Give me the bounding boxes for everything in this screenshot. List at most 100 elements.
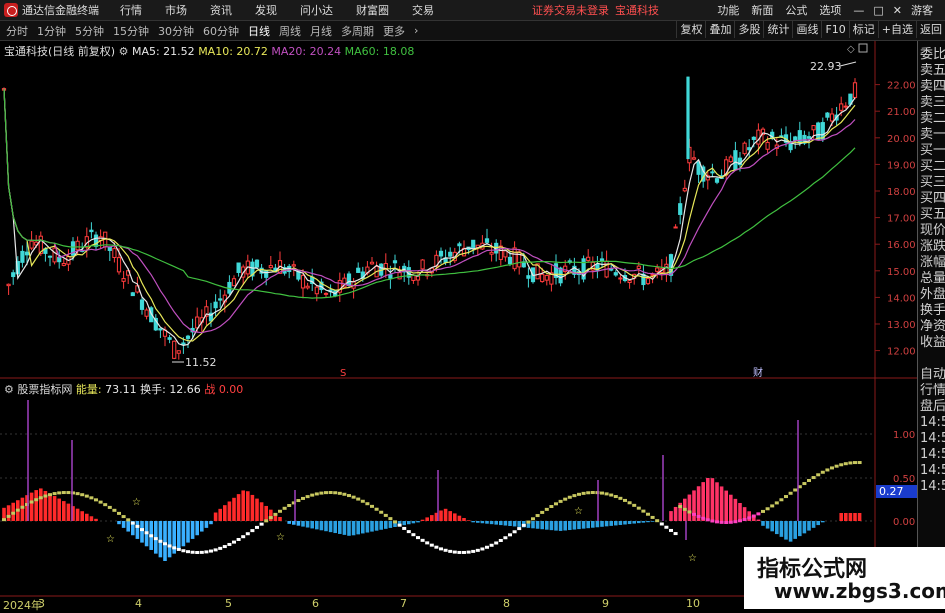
side-panel-row[interactable]: 卖一 — [918, 127, 945, 143]
side-panel-row[interactable]: 卖二 — [918, 111, 945, 127]
menu-wealth[interactable]: 财富圈 — [356, 2, 389, 18]
menu-discover[interactable]: 发现 — [255, 2, 277, 18]
overlay-button[interactable]: 叠加 — [705, 21, 734, 38]
indicator-gear-icon[interactable]: ⚙ — [4, 383, 14, 396]
indicator-bar — [586, 521, 590, 529]
minimize-icon[interactable]: — — [853, 4, 864, 17]
menu-new-page[interactable]: 新面 — [751, 2, 773, 18]
indicator-bar — [236, 494, 241, 521]
indicator-dash — [742, 518, 747, 522]
period-monthly[interactable]: 月线 — [310, 23, 332, 39]
sub-indicator-series: ☆ ☆ ☆ ☆ ☆ — [2, 400, 862, 564]
side-panel-row[interactable]: 14:5 — [918, 479, 945, 495]
indicator-bar — [232, 497, 236, 521]
menu-trade[interactable]: 交易 — [412, 2, 434, 18]
side-panel-row[interactable]: 买三 — [918, 175, 945, 191]
indicator-dash — [126, 518, 131, 522]
side-panel-row[interactable]: 换手 — [918, 303, 945, 319]
candle-body — [512, 247, 517, 270]
menu-quotes[interactable]: 行情 — [120, 2, 142, 18]
period-more[interactable]: 更多 — [383, 23, 405, 39]
period-5min[interactable]: 5分钟 — [75, 23, 104, 39]
period-daily[interactable]: 日线 — [248, 23, 270, 39]
indicator-dash — [360, 499, 365, 503]
period-1min[interactable]: 1分钟 — [37, 23, 66, 39]
side-panel-row[interactable]: 卖四 — [918, 79, 945, 95]
side-panel-row[interactable]: 涨幅 — [918, 255, 945, 271]
indicator-bar — [402, 521, 406, 526]
more-chevron-icon[interactable]: › — [414, 24, 418, 37]
indicator-dash — [857, 461, 862, 465]
statistics-button[interactable]: 统计 — [763, 21, 792, 38]
indicator-bar — [779, 521, 784, 537]
menu-market[interactable]: 市场 — [165, 2, 187, 18]
indicator-bar — [89, 516, 94, 521]
indicator-dash — [29, 500, 34, 504]
close-icon[interactable]: ✕ — [893, 4, 902, 17]
menu-ask[interactable]: 问小达 — [300, 2, 333, 18]
side-panel-row[interactable]: 涨跌 — [918, 239, 945, 255]
indicator-dash — [641, 509, 646, 513]
stock-name-notice[interactable]: 宝通科技 — [615, 2, 659, 18]
adjust-button[interactable]: 复权 — [676, 21, 705, 38]
side-panel-row[interactable]: 行情 — [918, 383, 945, 399]
side-panel-row[interactable]: 买二 — [918, 159, 945, 175]
period-timeshare[interactable]: 分时 — [6, 23, 28, 39]
menu-options[interactable]: 选项 — [819, 2, 841, 18]
side-panel-row[interactable]: 买一 — [918, 143, 945, 159]
multi-stock-button[interactable]: 多股 — [734, 21, 763, 38]
side-panel-row[interactable]: 总量 — [918, 271, 945, 287]
guest-label[interactable]: 游客 — [911, 2, 933, 18]
indicator-dash — [255, 525, 259, 529]
side-panel-row[interactable]: 卖五 — [918, 63, 945, 79]
side-panel-row[interactable]: 收益 — [918, 335, 945, 351]
back-button[interactable]: 返回 — [916, 21, 945, 38]
menu-formula[interactable]: 公式 — [785, 2, 807, 18]
menu-function[interactable]: 功能 — [717, 2, 739, 18]
period-30min[interactable]: 30分钟 — [158, 23, 194, 39]
period-60min[interactable]: 60分钟 — [203, 23, 239, 39]
period-weekly[interactable]: 周线 — [279, 23, 301, 39]
side-panel-row[interactable]: 盘后 — [918, 399, 945, 415]
side-panel-row[interactable]: 买四 — [918, 191, 945, 207]
login-notice[interactable]: 证券交易未登录 — [532, 2, 609, 18]
price-axis-tick: 17.00 — [887, 214, 916, 225]
side-panel-row[interactable]: 现价 — [918, 223, 945, 239]
side-panel-row[interactable]: 自动 — [918, 367, 945, 383]
indicator-bar — [453, 513, 457, 521]
signal-star-icon: ☆ — [574, 506, 583, 517]
side-panel-row[interactable]: 买五 — [918, 207, 945, 223]
indicator-dash — [305, 495, 310, 499]
period-multi[interactable]: 多周期 — [341, 23, 374, 39]
indicator-dash — [140, 528, 144, 532]
panel-expand-icon[interactable] — [858, 43, 868, 53]
side-panel-row[interactable]: 14:5 — [918, 431, 945, 447]
side-panel-row[interactable] — [918, 351, 945, 367]
settings-diamond-icon[interactable]: ◇ — [847, 44, 855, 55]
indicator-bar — [347, 521, 351, 536]
side-panel-row[interactable]: 卖三 — [918, 95, 945, 111]
side-panel-row[interactable]: 净资 — [918, 319, 945, 335]
side-panel-row[interactable]: 14:5 — [918, 447, 945, 463]
indicator-bar — [614, 521, 618, 526]
side-panel-row[interactable]: 外盘 — [918, 287, 945, 303]
candle-body — [176, 350, 181, 354]
period-15min[interactable]: 15分钟 — [113, 23, 149, 39]
mark-button[interactable]: 标记 — [848, 21, 878, 38]
indicator-bar — [724, 490, 728, 521]
draw-line-button[interactable]: 画线 — [792, 21, 821, 38]
stock-chart[interactable]: ☆ ☆ ☆ ☆ ☆ 22.00 21.00 20.00 19.00 18.00 17.00 16.0… — [0, 41, 945, 609]
side-panel-row[interactable]: 委比 — [918, 47, 945, 63]
side-panel-row[interactable]: 14:5 — [918, 463, 945, 479]
indicator-dash — [494, 541, 499, 545]
menu-news[interactable]: 资讯 — [210, 2, 232, 18]
title-bar: 通达信金融终端 行情 市场 资讯 发现 问小达 财富圈 交易 证券交易未登录 宝… — [0, 0, 945, 21]
settings-gear-icon[interactable]: ⚙ — [119, 45, 129, 58]
indicator-dash — [498, 538, 503, 542]
f10-button[interactable]: F10 — [821, 21, 848, 38]
maximize-icon[interactable]: □ — [873, 4, 883, 17]
indicator-dash — [526, 520, 531, 524]
add-watchlist-button[interactable]: +自选 — [877, 21, 916, 38]
side-panel-row[interactable]: 14:5 — [918, 415, 945, 431]
candle-body — [231, 278, 237, 287]
